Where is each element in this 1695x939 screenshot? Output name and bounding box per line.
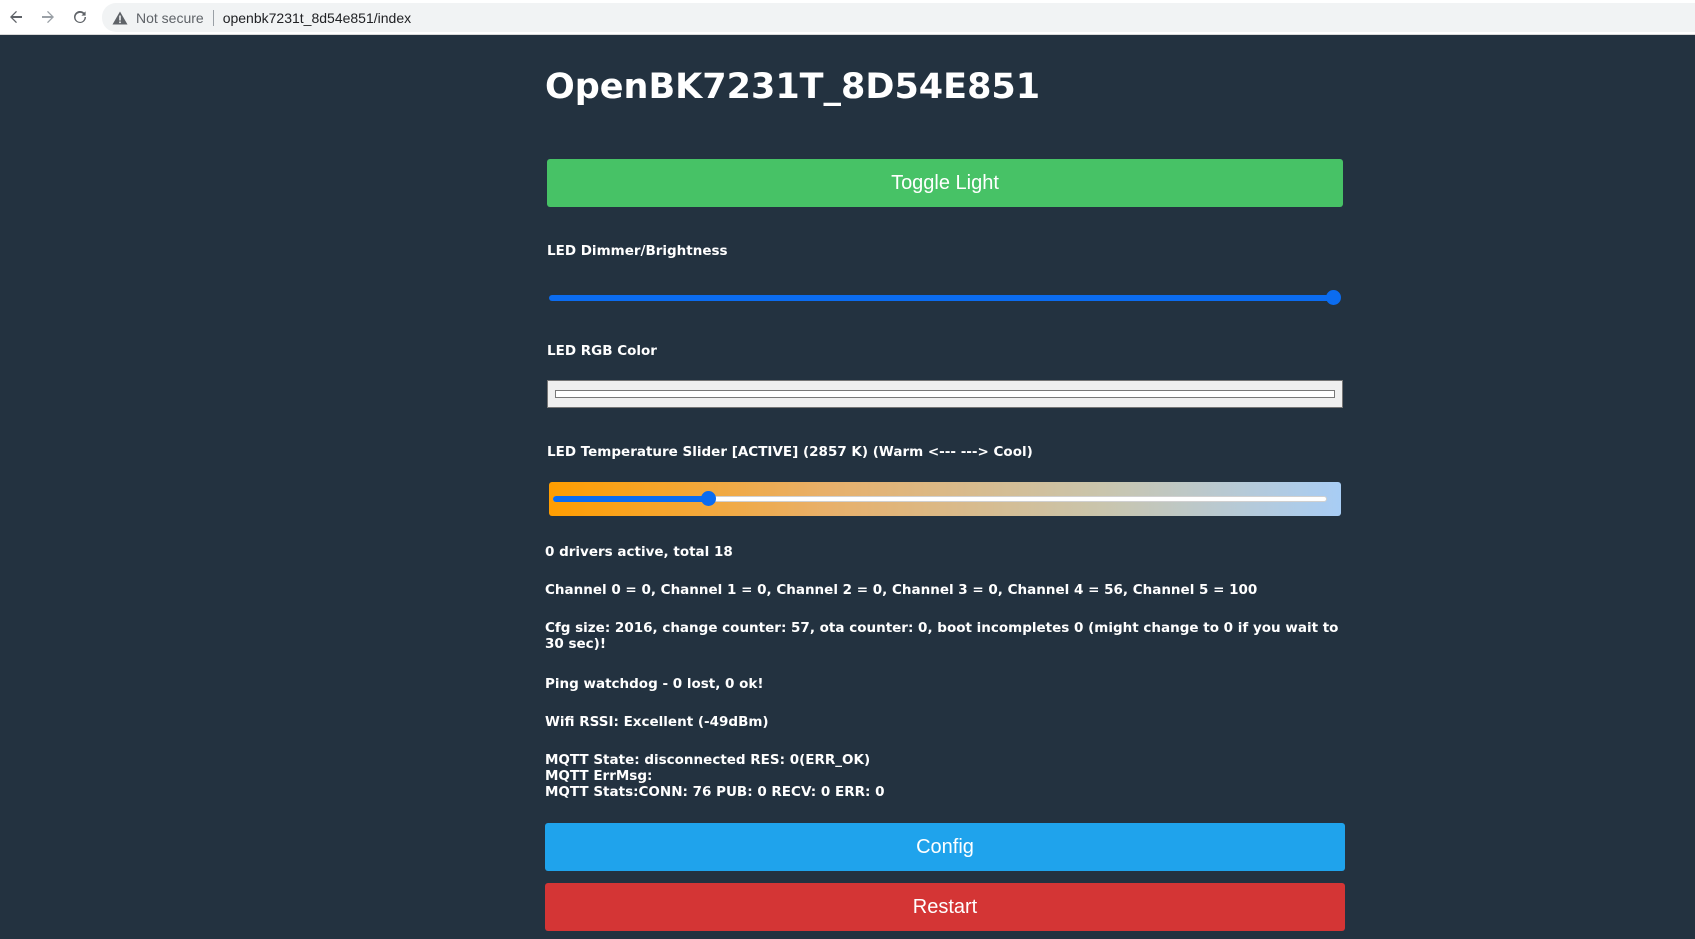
mqtt-state: MQTT State: disconnected RES: 0(ERR_OK): [545, 752, 871, 768]
temperature-label: LED Temperature Slider [ACTIVE] (2857 K)…: [547, 444, 1033, 460]
forward-button[interactable]: [32, 0, 64, 35]
temperature-slider-fill: [553, 496, 708, 502]
rgb-color-swatch: [555, 390, 1335, 398]
reload-icon: [72, 9, 88, 25]
arrow-left-icon: [8, 9, 24, 25]
warning-triangle-icon[interactable]: [112, 11, 128, 25]
brightness-slider-fill: [549, 295, 1333, 301]
arrow-right-icon: [40, 9, 56, 25]
temperature-slider-thumb[interactable]: [701, 491, 716, 506]
wifi-status: Wifi RSSI: Excellent (-49dBm): [545, 714, 769, 730]
rgb-color-picker[interactable]: [547, 380, 1343, 408]
mqtt-errmsg: MQTT ErrMsg:: [545, 768, 653, 784]
rgb-label: LED RGB Color: [547, 343, 657, 359]
cfg-status: Cfg size: 2016, change counter: 57, ota …: [545, 620, 1339, 652]
toggle-light-button[interactable]: Toggle Light: [547, 159, 1343, 207]
temperature-slider[interactable]: [549, 482, 1341, 516]
back-button[interactable]: [0, 0, 32, 35]
browser-toolbar: Not secure openbk7231t_8d54e851/index: [0, 0, 1695, 35]
security-label[interactable]: Not secure: [136, 10, 204, 26]
address-bar[interactable]: Not secure openbk7231t_8d54e851/index: [102, 3, 1695, 32]
brightness-slider[interactable]: [547, 290, 1341, 306]
dimmer-label: LED Dimmer/Brightness: [547, 243, 728, 259]
drivers-status: 0 drivers active, total 18: [545, 544, 733, 560]
channels-status: Channel 0 = 0, Channel 1 = 0, Channel 2 …: [545, 582, 1258, 598]
mqtt-stats: MQTT Stats:CONN: 76 PUB: 0 RECV: 0 ERR: …: [545, 784, 885, 800]
url-text[interactable]: openbk7231t_8d54e851/index: [223, 10, 411, 26]
brightness-slider-thumb[interactable]: [1326, 290, 1341, 305]
address-separator: [212, 9, 214, 26]
config-button[interactable]: Config: [545, 823, 1345, 871]
mqtt-status: MQTT State: disconnected RES: 0(ERR_OK) …: [545, 752, 1345, 800]
ping-status: Ping watchdog - 0 lost, 0 ok!: [545, 676, 764, 692]
restart-button[interactable]: Restart: [545, 883, 1345, 931]
page-title: OpenBK7231T_8D54E851: [545, 67, 1041, 107]
reload-button[interactable]: [64, 0, 96, 35]
